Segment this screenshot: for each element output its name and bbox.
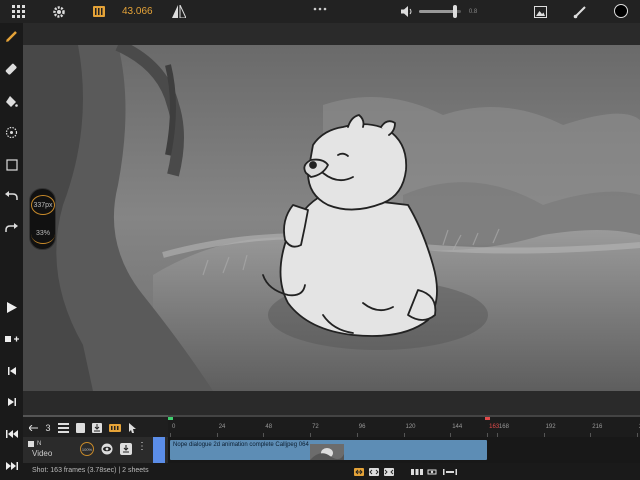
cursor-icon[interactable] bbox=[127, 422, 137, 434]
brush-icon[interactable] bbox=[573, 3, 587, 20]
ruler-tick-label: 144 bbox=[452, 424, 463, 430]
grid-icon[interactable] bbox=[10, 3, 26, 20]
clip-thumbnail bbox=[309, 444, 344, 460]
shot-info: Shot: 163 frames (3.78sec) | 2 sheets bbox=[32, 467, 149, 474]
layers-icon[interactable] bbox=[57, 422, 69, 434]
play-icon[interactable] bbox=[3, 299, 20, 316]
shrink-frames-icon[interactable] bbox=[384, 466, 394, 477]
video-clip[interactable]: Nope dialogue 2d animation complete Call… bbox=[170, 440, 488, 460]
flip-icon[interactable] bbox=[172, 3, 186, 20]
clip-name: Nope dialogue 2d animation complete Call… bbox=[173, 442, 298, 448]
loop-icon[interactable] bbox=[426, 466, 438, 477]
video-icon bbox=[28, 441, 34, 447]
zoom-frames-icon[interactable] bbox=[369, 466, 379, 477]
timeline-panel: 3 024487296120144163168192216240 bbox=[23, 415, 640, 480]
image-icon[interactable] bbox=[533, 3, 547, 20]
layer-row[interactable]: N Video 100% ⋮ bbox=[23, 437, 168, 463]
volume-knob[interactable] bbox=[452, 5, 457, 18]
top-toolbar: 43.066 0.8 bbox=[0, 0, 640, 23]
sheet-icon[interactable] bbox=[74, 422, 86, 434]
frame-ruler[interactable]: 024487296120144163168192216240 bbox=[168, 415, 640, 437]
status-bar: Shot: 163 frames (3.78sec) | 2 sheets bbox=[23, 463, 640, 480]
volume-slider[interactable] bbox=[419, 5, 461, 18]
fit-frames-icon[interactable] bbox=[354, 466, 364, 477]
ruler-tick-label: 216 bbox=[592, 424, 603, 430]
brush-size-knob[interactable]: 337px bbox=[31, 195, 55, 215]
in-point-marker[interactable] bbox=[168, 417, 173, 420]
eraser-icon[interactable] bbox=[3, 61, 20, 78]
prev-shot-icon[interactable] bbox=[3, 425, 20, 442]
next-frame-icon[interactable] bbox=[3, 393, 20, 410]
brush-opacity-knob[interactable]: 33% bbox=[31, 224, 55, 244]
ruler-tick-label: 72 bbox=[312, 424, 319, 430]
range-icon[interactable] bbox=[443, 466, 457, 477]
pencil-icon[interactable] bbox=[3, 28, 20, 45]
volume-slider-fill bbox=[419, 10, 455, 13]
clip-frame: 064 bbox=[298, 442, 309, 448]
frame-counter[interactable]: 43.066 bbox=[122, 3, 162, 20]
gear-icon[interactable] bbox=[51, 3, 67, 20]
select-icon[interactable] bbox=[3, 124, 20, 141]
frames-icon[interactable] bbox=[92, 3, 106, 20]
color-swatch[interactable] bbox=[614, 4, 628, 18]
ruler-tick-label: 163 bbox=[489, 424, 500, 430]
onion-skin-icon[interactable] bbox=[411, 466, 423, 477]
ruler-tick-label: 168 bbox=[498, 424, 509, 430]
redo-icon[interactable] bbox=[3, 219, 20, 236]
ruler-tick-label: 192 bbox=[545, 424, 556, 430]
layer-color-tag[interactable] bbox=[153, 437, 165, 463]
volume-value: 0.8 bbox=[468, 8, 478, 15]
undo-icon[interactable] bbox=[3, 187, 20, 204]
download-icon[interactable] bbox=[120, 443, 132, 455]
frames-icon[interactable] bbox=[108, 422, 121, 434]
ruler-tick-label: 0 bbox=[172, 424, 176, 430]
eye-icon[interactable] bbox=[100, 442, 114, 456]
ruler-tick-label: 48 bbox=[265, 424, 273, 430]
next-shot-icon[interactable] bbox=[3, 457, 20, 474]
layer-opacity-knob[interactable]: 100% bbox=[80, 442, 94, 456]
out-point-marker[interactable] bbox=[485, 417, 491, 420]
more-icon[interactable] bbox=[312, 0, 328, 17]
layer-count: 3 bbox=[45, 423, 51, 433]
rect-icon[interactable] bbox=[3, 156, 20, 173]
volume-icon[interactable] bbox=[401, 3, 413, 20]
layer-menu-icon[interactable]: ⋮ bbox=[137, 441, 147, 457]
collapse-icon[interactable] bbox=[28, 422, 38, 434]
drawing-stage[interactable] bbox=[23, 45, 640, 391]
layer-track[interactable]: Nope dialogue 2d animation complete Call… bbox=[168, 437, 640, 463]
ruler-tick-label: 120 bbox=[405, 424, 416, 430]
first-frame-icon[interactable] bbox=[3, 362, 20, 379]
canvas-area[interactable] bbox=[23, 23, 640, 415]
brush-settings-hud: 337px 33% bbox=[29, 188, 56, 250]
layer-name: Video bbox=[32, 449, 53, 458]
left-toolbar bbox=[0, 23, 23, 480]
layer-header: 3 bbox=[23, 415, 168, 437]
ruler-tick-label: 24 bbox=[218, 424, 226, 430]
clip-label: Nope dialogue 2d animation complete Call… bbox=[173, 442, 309, 448]
ruler-tick-label: 96 bbox=[358, 424, 366, 430]
import-icon[interactable] bbox=[91, 422, 103, 434]
fill-icon[interactable] bbox=[3, 93, 20, 110]
add-frame-icon[interactable] bbox=[3, 330, 20, 347]
layer-type-name: N bbox=[37, 441, 42, 447]
app-window: 43.066 0.8 337px 33% 3 0 24 48 72 96 120… bbox=[0, 0, 640, 480]
